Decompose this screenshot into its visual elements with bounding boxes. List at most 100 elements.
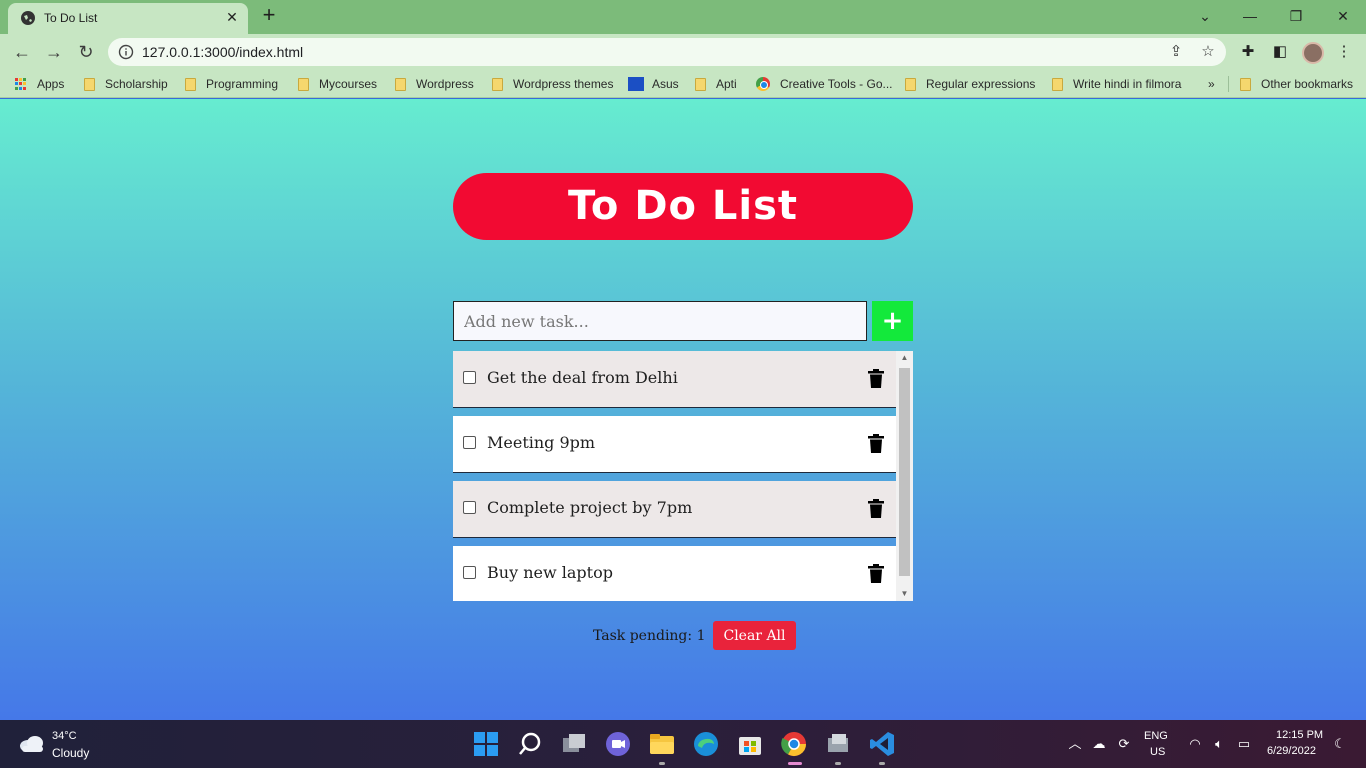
task-list: Get the deal from Delhi Meeting 9pm Comp… [453, 351, 913, 601]
task-list-scrollbar[interactable]: ▲ ▼ [896, 351, 913, 601]
bookmark-wordpress[interactable]: Wordpress [395, 76, 474, 92]
region-indicator[interactable]: US [1150, 746, 1165, 758]
clock-date[interactable]: 6/29/2022 [1267, 745, 1316, 757]
globe-icon [21, 11, 35, 25]
close-window-icon[interactable]: ✕ [1333, 6, 1353, 26]
folder-icon [905, 77, 916, 91]
back-icon[interactable]: ← [10, 40, 34, 64]
battery-icon[interactable]: ▭ [1235, 735, 1253, 753]
url-text: 127.0.0.1:3000/index.html [142, 44, 304, 60]
trash-icon[interactable] [867, 369, 885, 389]
new-task-input[interactable] [453, 301, 867, 341]
folder-icon [298, 77, 309, 91]
tab-strip: To Do List ✕ + ⌄ — ❐ ✕ [0, 0, 1366, 34]
trash-icon[interactable] [867, 499, 885, 519]
bookmark-asus[interactable]: Asus [628, 76, 679, 92]
windows-start-icon[interactable] [472, 730, 500, 758]
folder-icon [395, 77, 406, 91]
tab-todo[interactable]: To Do List ✕ [8, 3, 248, 34]
running-indicator [835, 762, 841, 765]
task-checkbox[interactable] [463, 436, 476, 449]
address-bar[interactable]: 127.0.0.1:3000/index.html ⇪ ☆ [108, 38, 1226, 66]
clock-time[interactable]: 12:15 PM [1276, 729, 1323, 741]
bookmark-mycourses[interactable]: Mycourses [298, 76, 377, 92]
tab-search-icon[interactable]: ⌄ [1195, 6, 1215, 26]
language-indicator[interactable]: ENG [1144, 730, 1168, 742]
cloud-icon[interactable] [18, 732, 46, 754]
chrome-icon [756, 77, 770, 91]
folder-icon [492, 77, 503, 91]
task-checkbox[interactable] [463, 566, 476, 579]
onedrive-cloud-icon[interactable]: ☁ [1090, 735, 1108, 753]
app-title: To Do List [567, 183, 799, 229]
wifi-icon[interactable]: ◠ [1186, 735, 1204, 753]
task-text: Get the deal from Delhi [487, 368, 678, 387]
folder-icon [1240, 77, 1251, 91]
scrollbar-thumb[interactable] [899, 368, 910, 576]
add-task-button[interactable]: + [872, 301, 913, 341]
chevron-up-icon[interactable]: ︿ [1066, 735, 1084, 753]
task-text: Complete project by 7pm [487, 498, 693, 517]
minimize-icon[interactable]: — [1240, 6, 1260, 26]
trash-icon[interactable] [867, 434, 885, 454]
running-indicator [659, 762, 665, 765]
new-tab-button[interactable]: + [258, 4, 280, 27]
bookmark-creative-tools[interactable]: Creative Tools - Go... [756, 76, 893, 92]
running-indicator [879, 762, 885, 765]
bookmark-label: Wordpress [416, 77, 474, 91]
task-checkbox[interactable] [463, 371, 476, 384]
windows-taskbar: 34°C Cloudy ︿ ☁ ⟳ ENG US ◠ 🔈︎ ▭ 12:15 PM… [0, 720, 1366, 768]
bookmark-scholarship[interactable]: Scholarship [84, 76, 168, 92]
bookmark-label: Wordpress themes [513, 77, 614, 91]
scroll-down-icon[interactable]: ▼ [896, 587, 913, 601]
bookmark-wordpress-themes[interactable]: Wordpress themes [492, 76, 613, 92]
bookmark-programming[interactable]: Programming [185, 76, 278, 92]
menu-kebab-icon[interactable]: ⋮ [1334, 42, 1354, 62]
extensions-icon[interactable]: ✚ [1238, 42, 1258, 62]
task-checkbox[interactable] [463, 501, 476, 514]
tab-close-icon[interactable]: ✕ [224, 9, 240, 25]
bookmark-label: Apps [37, 77, 65, 91]
file-explorer-icon[interactable] [648, 730, 676, 758]
bookmark-label: Regular expressions [926, 77, 1036, 91]
vscode-icon[interactable] [868, 730, 896, 758]
trash-icon[interactable] [867, 564, 885, 584]
terminal-app-icon[interactable] [824, 730, 852, 758]
forward-icon[interactable]: → [42, 40, 66, 64]
page-content: To Do List + Get the deal from Delhi Mee… [0, 99, 1366, 720]
bookmark-apps[interactable]: Apps [15, 76, 64, 92]
profile-avatar[interactable] [1302, 42, 1324, 64]
side-panel-icon[interactable]: ◧ [1270, 42, 1290, 62]
bookmark-label: Write hindi in filmora [1073, 77, 1182, 91]
bookmark-other[interactable]: Other bookmarks [1240, 76, 1353, 92]
volume-icon[interactable]: 🔈︎ [1210, 735, 1228, 753]
focus-moon-icon[interactable]: ☾ [1331, 735, 1349, 753]
bookmark-label: Programming [206, 77, 279, 91]
bookmark-label: Asus [652, 77, 679, 91]
edge-icon[interactable] [692, 730, 720, 758]
bookmarks-divider [1228, 76, 1229, 92]
task-item: Get the deal from Delhi [453, 351, 896, 408]
reload-icon[interactable]: ↻ [74, 40, 98, 64]
bookmark-write-hindi[interactable]: Write hindi in filmora [1052, 76, 1181, 92]
clear-all-button[interactable]: Clear All [713, 621, 796, 650]
site-info-icon[interactable] [118, 44, 134, 60]
share-icon[interactable]: ⇪ [1166, 42, 1186, 62]
bookmark-star-icon[interactable]: ☆ [1198, 42, 1218, 62]
sync-icon[interactable]: ⟳ [1115, 735, 1133, 753]
restore-icon[interactable]: ❐ [1286, 6, 1306, 26]
task-view-icon[interactable] [560, 730, 588, 758]
bookmark-regular-expressions[interactable]: Regular expressions [905, 76, 1035, 92]
chrome-taskbar-icon[interactable] [780, 730, 808, 758]
task-text: Meeting 9pm [487, 433, 596, 452]
microsoft-store-icon[interactable] [736, 730, 764, 758]
pending-count: Task pending: 1 [593, 627, 706, 644]
more-bookmarks-icon[interactable]: » [1208, 76, 1215, 92]
scroll-up-icon[interactable]: ▲ [896, 351, 913, 365]
search-icon[interactable] [516, 730, 544, 758]
bookmark-apti[interactable]: Apti [695, 76, 737, 92]
active-indicator [788, 762, 802, 765]
teams-chat-icon[interactable] [604, 730, 632, 758]
bookmark-label: Creative Tools - Go... [780, 77, 893, 91]
tab-title: To Do List [44, 11, 98, 25]
